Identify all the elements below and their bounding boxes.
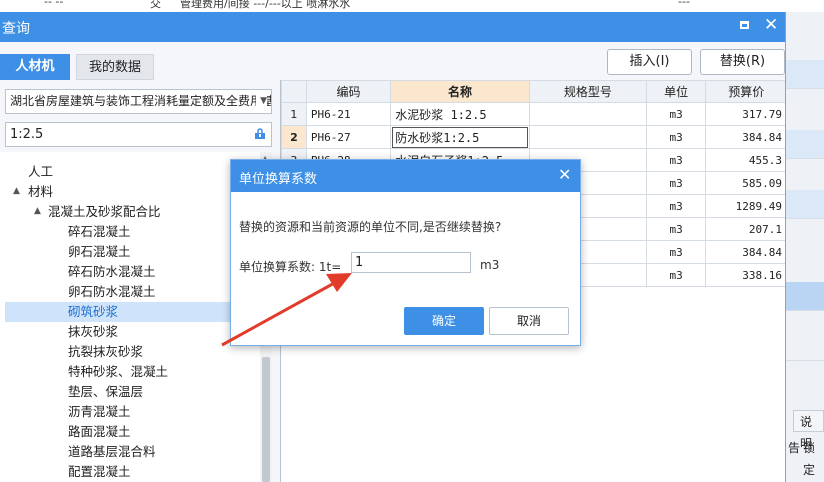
background-header: 锁定 [803, 441, 816, 477]
tree-item[interactable]: 垫层、保温层 [68, 382, 143, 402]
cell-spec[interactable] [528, 102, 647, 126]
cell-name[interactable]: 防水砂浆1:2.5 [390, 125, 530, 149]
tree-item[interactable]: 沥青混凝土 [68, 402, 131, 422]
factor-unit: m3 [480, 258, 500, 272]
cell-name[interactable]: 水泥砂浆 1:2.5 [390, 102, 530, 126]
row-number[interactable]: 1 [281, 102, 307, 126]
chevron-down-icon[interactable]: ▼ [256, 90, 267, 113]
cell-unit[interactable]: m3 [645, 102, 707, 126]
cell-price[interactable]: 455.3 [705, 148, 785, 172]
background-fragment: 交 [150, 0, 161, 10]
grid-header-price[interactable]: 预算价 [705, 80, 785, 103]
cell-unit[interactable]: m3 [645, 194, 707, 218]
close-icon[interactable]: ✕ [764, 15, 778, 35]
cell-unit[interactable]: m3 [645, 217, 707, 241]
tree-selection [5, 302, 260, 322]
close-icon[interactable]: ✕ [558, 165, 571, 184]
grid-header-unit[interactable]: 单位 [645, 80, 707, 103]
cell-code[interactable]: PH6-27 [305, 125, 392, 149]
background-header: 告 [788, 441, 801, 455]
expand-toggle-icon[interactable]: ▲ [34, 206, 41, 216]
factor-label: 单位换算系数: 1t= [239, 260, 342, 274]
cell-unit[interactable]: m3 [645, 263, 707, 287]
search-input-value: 1:2.5 [10, 127, 44, 142]
tree-item[interactable]: 混凝土及砂浆配合比 [48, 202, 161, 222]
tree-item[interactable]: 材料 [28, 182, 53, 202]
cell-price[interactable]: 338.16 [705, 263, 785, 287]
tab-materials[interactable]: 人材机 [0, 54, 70, 80]
dialog-titlebar: 单位换算系数 ✕ [231, 160, 580, 192]
background-fragment: 管理费用/间接 ---/---以上 喷淋水水 [180, 0, 351, 10]
tree-item[interactable]: 卵石防水混凝土 [68, 282, 156, 302]
window-title: 查询 [2, 21, 30, 37]
insert-button[interactable]: 插入(I) [607, 49, 692, 75]
cancel-button[interactable]: 取消 [489, 307, 569, 335]
dialog-message: 替换的资源和当前资源的单位不同,是否继续替换? [239, 220, 502, 234]
tree-item[interactable]: 卵石混凝土 [68, 242, 131, 262]
dialog-title: 单位换算系数 [239, 172, 318, 187]
tree-item[interactable]: 路面混凝土 [68, 422, 131, 442]
tree-item[interactable]: 抗裂抹灰砂浆 [68, 342, 143, 362]
filter-icon[interactable] [254, 128, 266, 140]
tree-item[interactable]: 碎石防水混凝土 [68, 262, 156, 282]
cell-unit[interactable]: m3 [645, 171, 707, 195]
cell-unit[interactable]: m3 [645, 148, 707, 172]
cell-spec[interactable] [528, 125, 647, 149]
background-fragment: -- -- [44, 0, 64, 8]
expand-toggle-icon[interactable]: ▲ [13, 186, 20, 196]
row-number[interactable]: 2 [281, 125, 307, 149]
tree-item[interactable]: 抹灰砂浆 [68, 322, 118, 342]
grid-header-corner [281, 80, 307, 103]
library-select[interactable]: 湖北省房屋建筑与装饰工程消耗量定额及全费用基价表(2018) ▼ [5, 89, 272, 114]
tree-item[interactable]: 配置混凝土 [68, 462, 131, 482]
maximize-icon[interactable] [740, 21, 749, 29]
cell-unit[interactable]: m3 [645, 125, 707, 149]
cell-price[interactable]: 317.79 [705, 102, 785, 126]
factor-input[interactable]: 1 [351, 252, 471, 273]
tree-item[interactable]: 特种砂浆、混凝土 [68, 362, 168, 382]
table-row[interactable]: 1 PH6-21 水泥砂浆 1:2.5 m3 317.79 [281, 102, 785, 126]
tab-my-data[interactable]: 我的数据 [76, 54, 154, 80]
background-fragment: --- [678, 0, 690, 8]
grid-header-spec[interactable]: 规格型号 [528, 80, 647, 103]
library-select-value: 湖北省房屋建筑与装饰工程消耗量定额及全费用基价表(2018) [10, 94, 272, 108]
grid-header-code[interactable]: 编码 [305, 80, 392, 103]
cell-price[interactable]: 384.84 [705, 240, 785, 264]
cell-price[interactable]: 207.1 [705, 217, 785, 241]
search-input[interactable]: 1:2.5 [5, 122, 272, 147]
tree-item[interactable]: 砌筑砂浆 [68, 302, 118, 322]
grid-header-name[interactable]: 名称 [390, 80, 530, 103]
background-tab-description[interactable]: 说明 [793, 410, 824, 451]
cell-price[interactable]: 1289.49 [705, 194, 785, 218]
tree-item[interactable]: 人工 [28, 162, 53, 182]
scrollbar-thumb[interactable] [262, 357, 270, 482]
table-row[interactable]: 2 PH6-27 防水砂浆1:2.5 m3 384.84 [281, 125, 785, 149]
window-titlebar: 查询 ✕ [0, 12, 785, 42]
replace-button[interactable]: 替换(R) [700, 49, 785, 75]
cell-code[interactable]: PH6-21 [305, 102, 392, 126]
ok-button[interactable]: 确定 [404, 307, 484, 335]
cell-price[interactable]: 384.84 [705, 125, 785, 149]
tree-item[interactable]: 道路基层混合料 [68, 442, 156, 462]
cell-unit[interactable]: m3 [645, 240, 707, 264]
tree-item[interactable]: 碎石混凝土 [68, 222, 131, 242]
unit-conversion-dialog: 单位换算系数 ✕ 替换的资源和当前资源的单位不同,是否继续替换? 单位换算系数:… [230, 159, 581, 346]
cell-price[interactable]: 585.09 [705, 171, 785, 195]
